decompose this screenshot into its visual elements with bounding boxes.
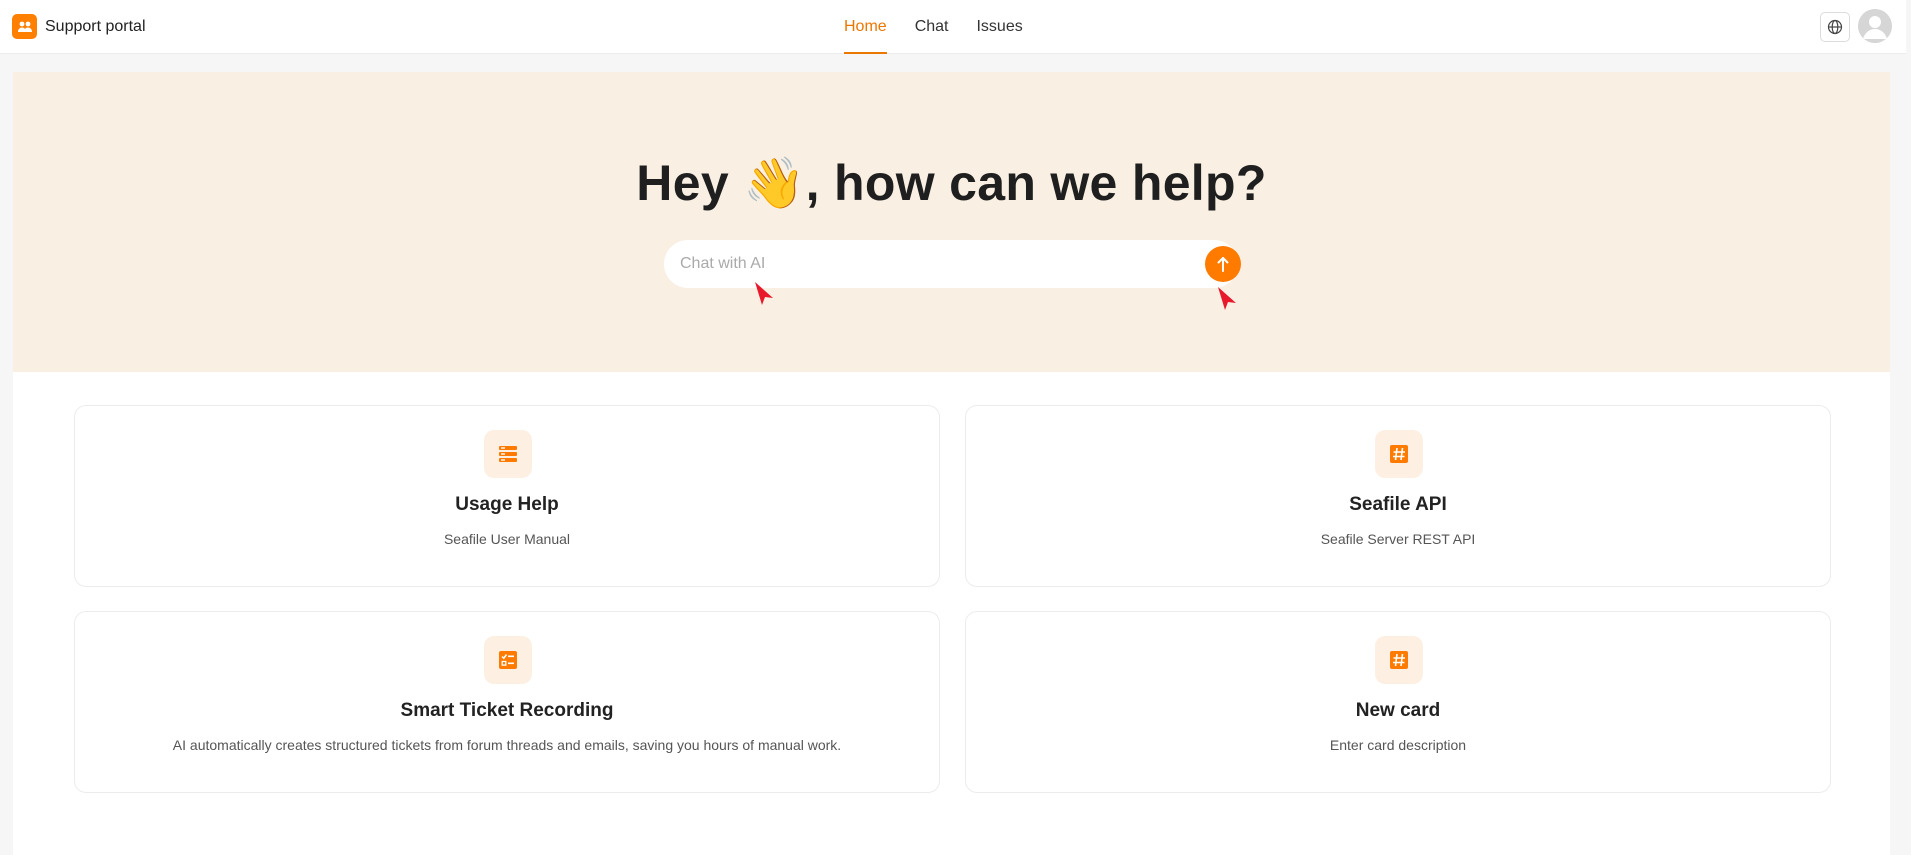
card-description: Seafile Server REST API — [1320, 531, 1476, 547]
chat-search-box — [664, 240, 1241, 288]
hash-icon — [1375, 430, 1423, 478]
top-bar: Support portal Home Chat Issues — [0, 0, 1906, 54]
list-icon — [484, 430, 532, 478]
card-smart-ticket-recording[interactable]: Smart Ticket Recording AI automatically … — [74, 611, 940, 793]
user-avatar-icon[interactable] — [1858, 9, 1892, 43]
card-description: AI automatically creates structured tick… — [172, 737, 842, 753]
tab-home[interactable]: Home — [830, 0, 901, 54]
checklist-icon — [484, 636, 532, 684]
card-title: New card — [1355, 700, 1441, 721]
main-nav: Home Chat Issues — [830, 0, 1037, 54]
card-new-card[interactable]: New card Enter card description — [965, 611, 1831, 793]
card-title: Smart Ticket Recording — [400, 700, 614, 721]
tab-chat[interactable]: Chat — [901, 0, 963, 54]
card-title: Seafile API — [1349, 494, 1447, 515]
main-content: Hey 👋, how can we help? Chat with AI Usa… — [13, 72, 1890, 855]
hero-section: Hey 👋, how can we help? — [13, 72, 1890, 372]
brand-logo-icon — [12, 14, 37, 39]
language-button[interactable] — [1820, 12, 1850, 42]
card-description: Seafile User Manual — [443, 531, 571, 547]
arrow-up-icon — [1217, 257, 1229, 272]
brand-name: Support portal — [45, 17, 146, 35]
pointer-marker-icon — [1218, 287, 1236, 310]
globe-icon — [1827, 19, 1843, 35]
card-usage-help[interactable]: Usage Help Seafile User Manual — [74, 405, 940, 587]
card-description: Enter card description — [1329, 737, 1467, 753]
brand[interactable]: Support portal — [12, 14, 146, 39]
chat-input[interactable] — [680, 240, 1160, 288]
card-seafile-api[interactable]: Seafile API Seafile Server REST API — [965, 405, 1831, 587]
send-button[interactable] — [1205, 246, 1241, 282]
card-title: Usage Help — [455, 494, 559, 515]
pointer-marker-icon — [755, 282, 773, 305]
page-title: Hey 👋, how can we help? — [636, 155, 1267, 211]
tab-issues[interactable]: Issues — [962, 0, 1036, 54]
hash-icon — [1375, 636, 1423, 684]
